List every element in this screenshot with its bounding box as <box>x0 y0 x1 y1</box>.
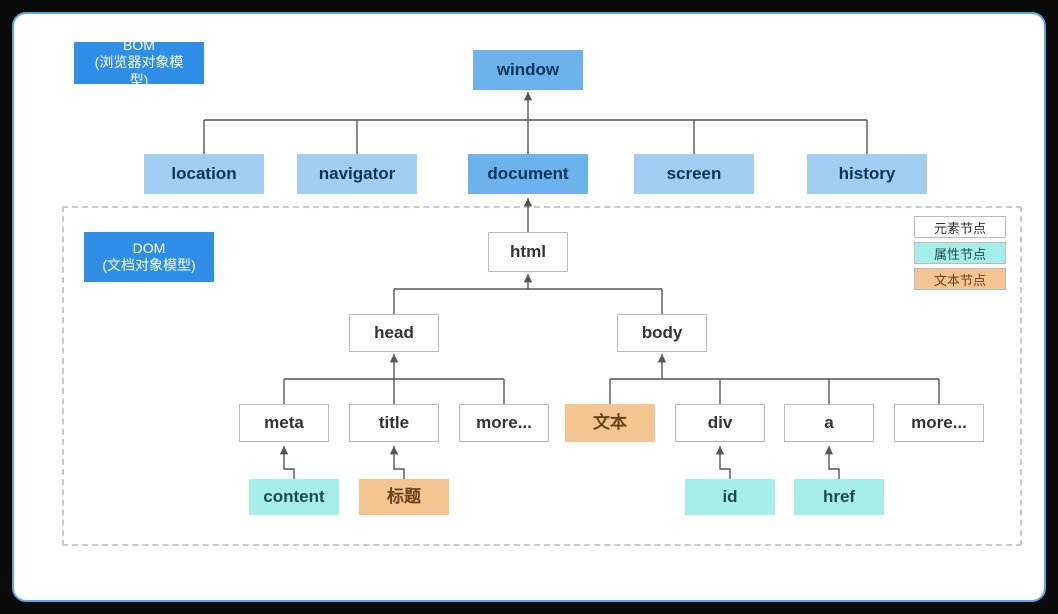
node-title: title <box>349 404 439 442</box>
legend: 元素节点 属性节点 文本节点 <box>914 216 1006 290</box>
node-head: head <box>349 314 439 352</box>
node-a: a <box>784 404 874 442</box>
node-history: history <box>807 154 927 194</box>
node-document: document <box>468 154 588 194</box>
node-title-text: 标题 <box>359 479 449 515</box>
node-body-text: 文本 <box>565 404 655 442</box>
node-location: location <box>144 154 264 194</box>
node-window: window <box>473 50 583 90</box>
legend-attribute-node: 属性节点 <box>914 242 1006 264</box>
dom-tag: DOM (文档对象模型) <box>84 232 214 282</box>
bom-tag: BOM (浏览器对象模型) <box>74 42 204 84</box>
node-div: div <box>675 404 765 442</box>
node-screen: screen <box>634 154 754 194</box>
node-href: href <box>794 479 884 515</box>
node-html: html <box>488 232 568 272</box>
node-navigator: navigator <box>297 154 417 194</box>
node-id: id <box>685 479 775 515</box>
node-body: body <box>617 314 707 352</box>
diagram-frame: 元素节点 属性节点 文本节点 <box>12 12 1046 602</box>
legend-element-node: 元素节点 <box>914 216 1006 238</box>
node-content: content <box>249 479 339 515</box>
node-head-more: more... <box>459 404 549 442</box>
legend-text-node: 文本节点 <box>914 268 1006 290</box>
node-meta: meta <box>239 404 329 442</box>
node-body-more: more... <box>894 404 984 442</box>
